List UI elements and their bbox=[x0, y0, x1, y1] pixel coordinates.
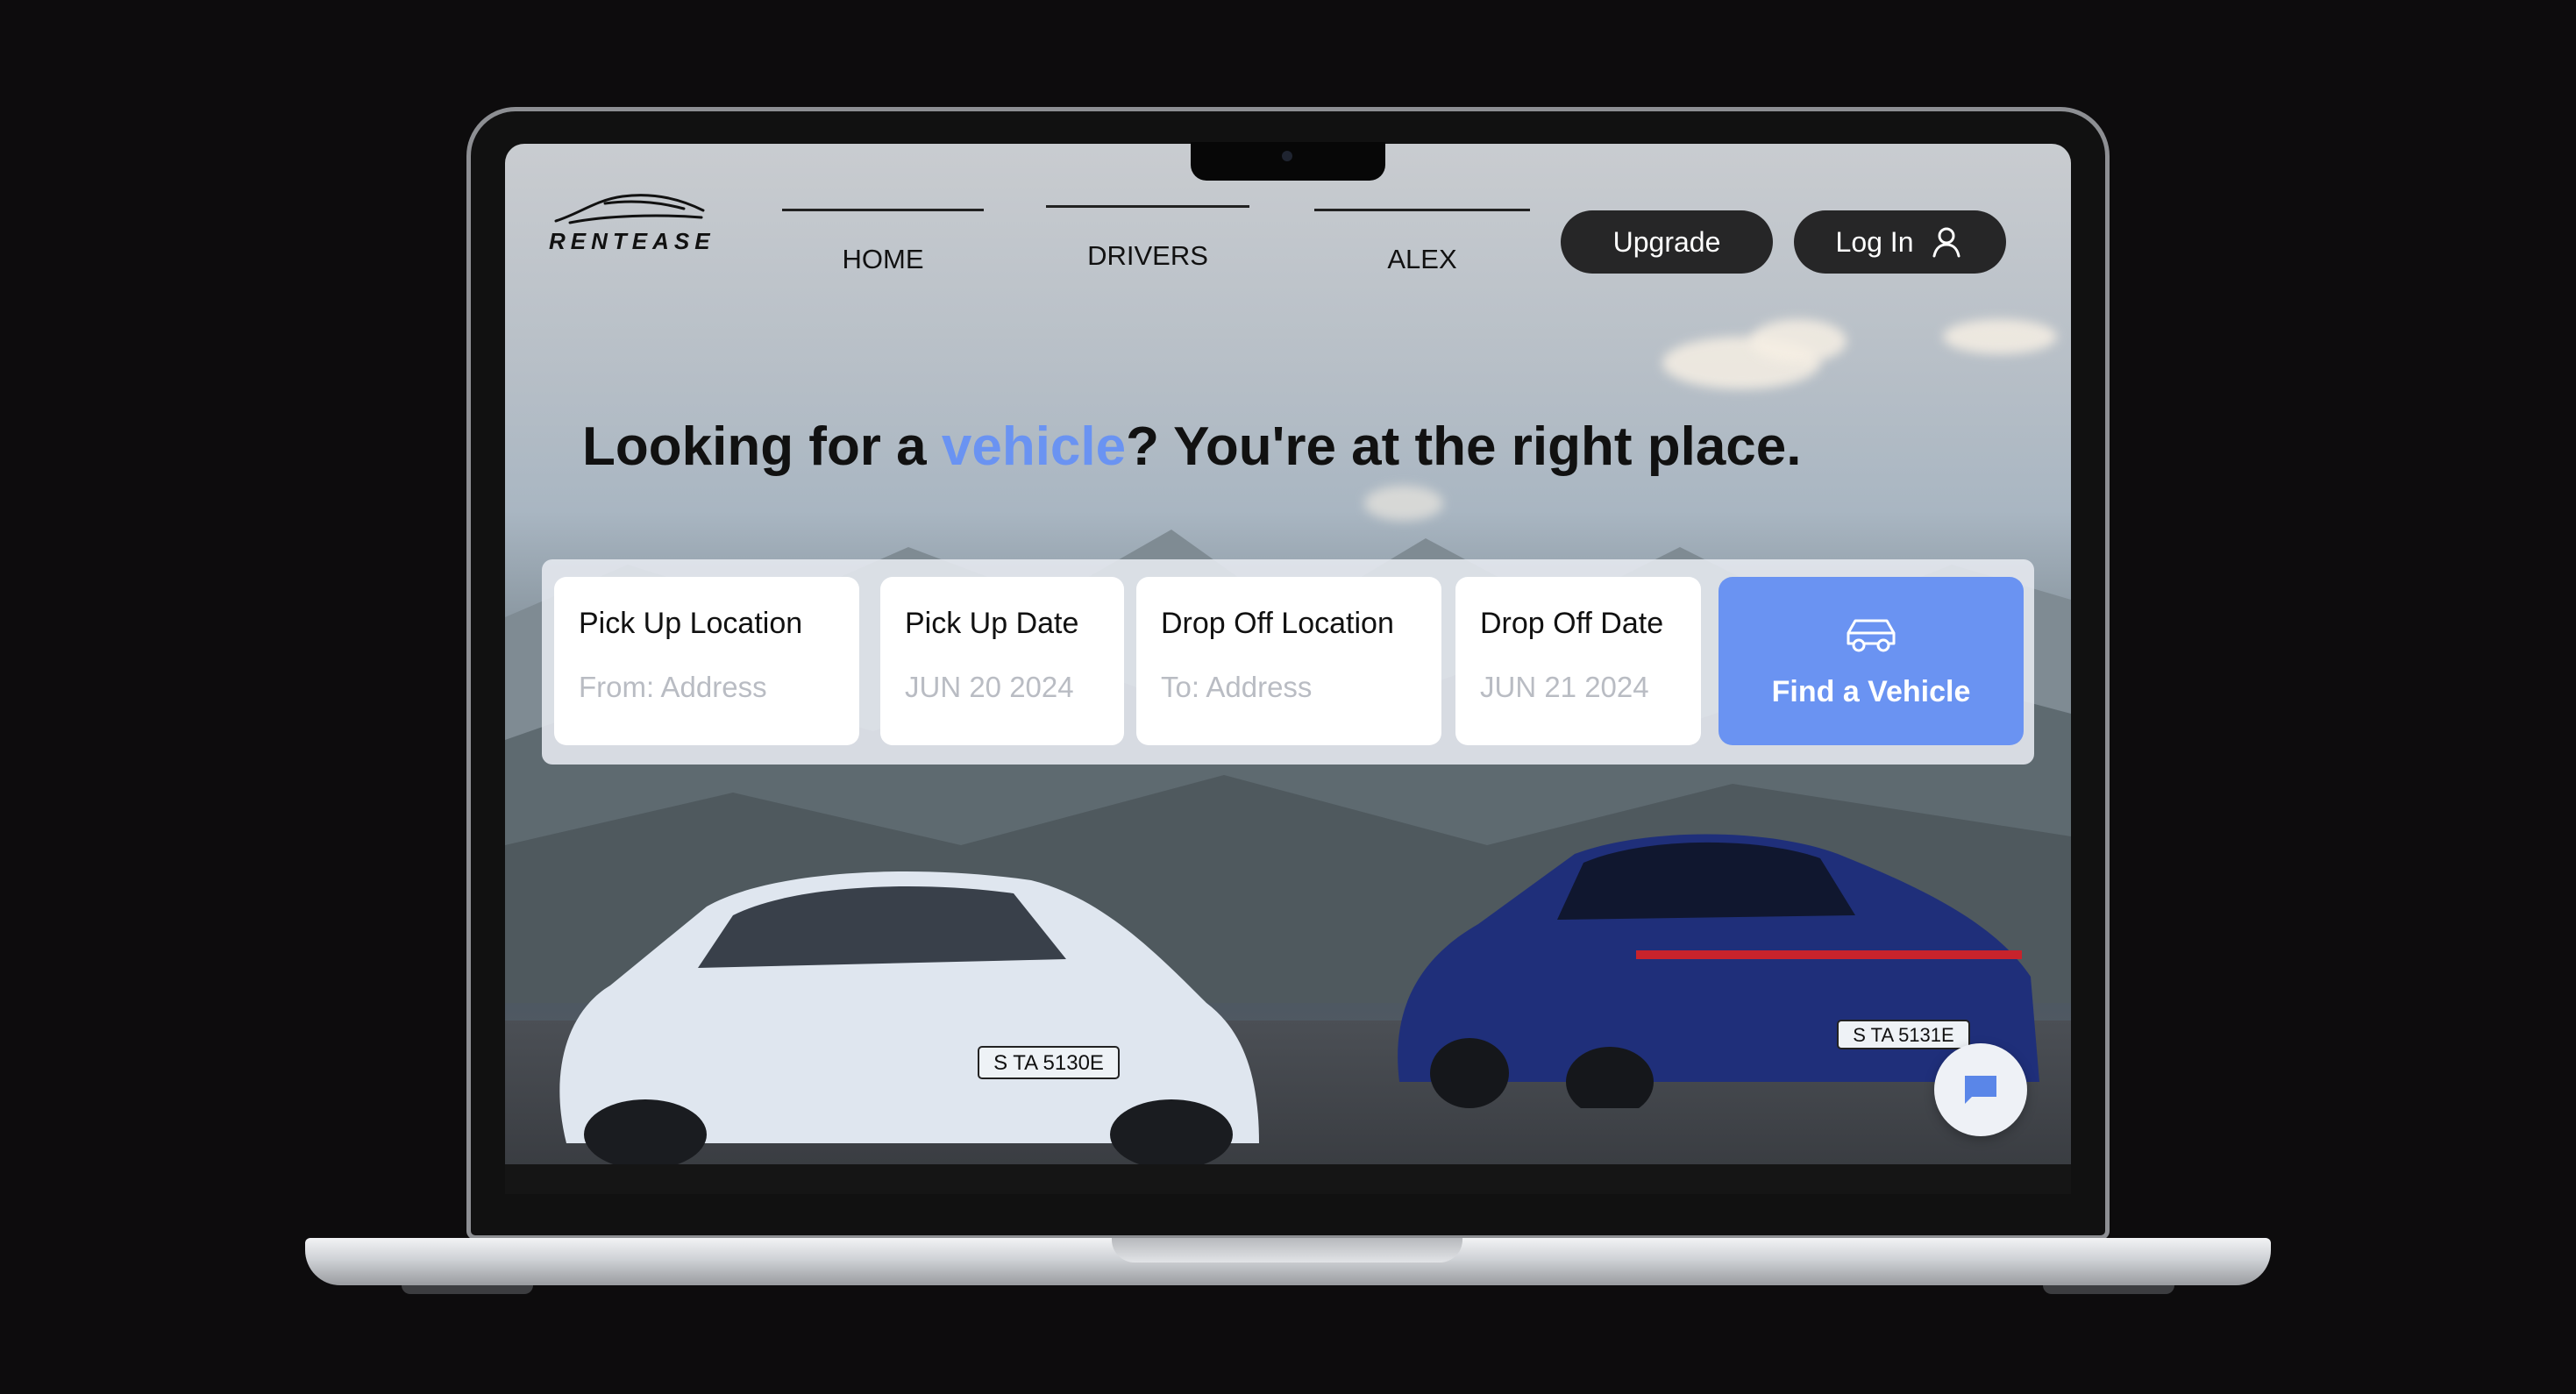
dropoff-date-field[interactable]: Drop Off Date JUN 21 2024 bbox=[1455, 577, 1701, 745]
base-notch bbox=[1112, 1238, 1462, 1262]
dropoff-location-placeholder: To: Address bbox=[1161, 671, 1313, 703]
nav-underline bbox=[1046, 205, 1249, 208]
find-vehicle-label: Find a Vehicle bbox=[1771, 674, 1971, 708]
pickup-date-field[interactable]: Pick Up Date JUN 20 2024 bbox=[880, 577, 1124, 745]
nav-label: ALEX bbox=[1387, 244, 1457, 274]
dropoff-location-label: Drop Off Location bbox=[1161, 607, 1394, 640]
pickup-date-label: Pick Up Date bbox=[905, 607, 1079, 640]
cloud bbox=[1750, 319, 1847, 363]
nav-label: HOME bbox=[842, 244, 924, 274]
upgrade-label: Upgrade bbox=[1612, 225, 1721, 258]
right-plate-text: S TA 5131E bbox=[1853, 1024, 1953, 1046]
find-vehicle-button[interactable]: Find a Vehicle bbox=[1719, 577, 2024, 745]
nav-underline bbox=[1314, 209, 1530, 211]
screen-bottom-bezel bbox=[505, 1164, 2071, 1194]
headline-accent: vehicle bbox=[941, 416, 1127, 477]
laptop-base bbox=[305, 1238, 2271, 1285]
camera-dot bbox=[1282, 151, 1292, 161]
search-panel: Pick Up Location From: Address Pick Up D… bbox=[542, 559, 2034, 765]
nav-item-alex[interactable]: ALEX bbox=[1314, 209, 1530, 274]
headline-prefix: Looking for a bbox=[582, 416, 942, 477]
app-screen: S TA 5130E S TA 5131E RENTEASE HOME DRIV… bbox=[505, 144, 2071, 1164]
chat-button[interactable] bbox=[1934, 1043, 2027, 1136]
login-button[interactable]: Log In bbox=[1794, 210, 2006, 274]
white-car-image: S TA 5130E bbox=[559, 871, 1259, 1164]
laptop-foot-right bbox=[2043, 1285, 2174, 1294]
headline-suffix: ? You're at the right place. bbox=[1126, 416, 1802, 477]
user-icon bbox=[1932, 227, 1960, 258]
upgrade-button[interactable]: Upgrade bbox=[1561, 210, 1773, 274]
nav-label: DRIVERS bbox=[1087, 240, 1208, 271]
pickup-location-field[interactable]: Pick Up Location From: Address bbox=[554, 577, 859, 745]
cloud bbox=[1943, 319, 2057, 354]
nav-item-drivers[interactable]: DRIVERS bbox=[1046, 205, 1249, 271]
hero-headline: Looking for a vehicle? You're at the rig… bbox=[582, 416, 1802, 478]
brand-logo[interactable]: RENTEASE bbox=[549, 188, 724, 258]
left-plate-text: S TA 5130E bbox=[993, 1051, 1104, 1075]
pickup-location-placeholder: From: Address bbox=[579, 671, 767, 703]
car-icon bbox=[1847, 619, 1896, 651]
dropoff-date-label: Drop Off Date bbox=[1480, 607, 1664, 640]
pickup-date-value: JUN 20 2024 bbox=[905, 671, 1074, 703]
laptop-foot-left bbox=[402, 1285, 533, 1294]
dropoff-date-value: JUN 21 2024 bbox=[1480, 671, 1649, 703]
dropoff-location-field[interactable]: Drop Off Location To: Address bbox=[1136, 577, 1441, 745]
login-label: Log In bbox=[1835, 225, 1914, 258]
chat-icon bbox=[1965, 1076, 1996, 1104]
pickup-location-label: Pick Up Location bbox=[579, 607, 803, 640]
car-logo-icon bbox=[554, 194, 705, 224]
nav-underline bbox=[782, 209, 984, 211]
camera-notch bbox=[1191, 142, 1385, 181]
nav-item-home[interactable]: HOME bbox=[782, 209, 984, 274]
brand-name: RENTEASE bbox=[549, 228, 715, 254]
